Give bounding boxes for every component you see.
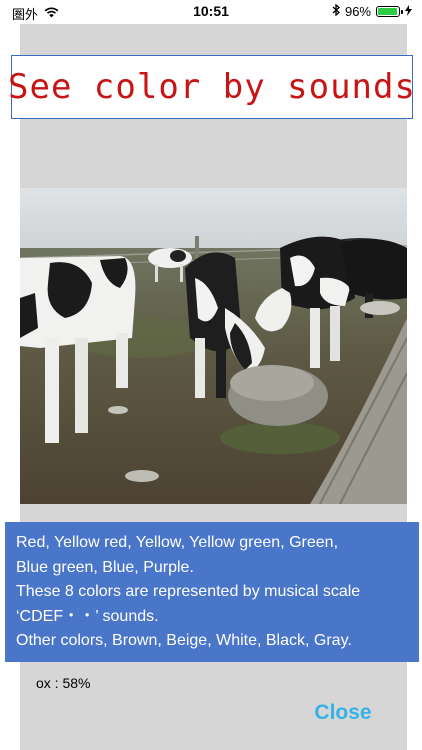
photo-image (20, 188, 407, 504)
info-line: Blue green, Blue, Purple. (16, 558, 194, 576)
battery-percent: 96% (344, 4, 371, 19)
page-title: See color by sounds (8, 67, 416, 107)
battery-icon (376, 6, 403, 17)
title-box: See color by sounds (8, 55, 416, 119)
info-line: ‘CDEF・・’ sounds. (16, 607, 159, 625)
color-info-box: Red, Yellow red, Yellow, Yellow green, G… (5, 522, 419, 662)
status-right: 96% (332, 3, 412, 19)
ratio-readout: ox : 58% (36, 675, 91, 691)
bluetooth-icon (332, 3, 340, 19)
info-line: Other colors, Brown, Beige, White, Black… (16, 632, 352, 649)
info-line: These 8 colors are represented by musica… (16, 583, 361, 600)
status-bar: 圏外 10:51 96% (0, 0, 422, 24)
charging-bolt-icon (405, 4, 412, 19)
info-line: Red, Yellow red, Yellow, Yellow green, G… (16, 534, 339, 551)
close-button[interactable]: Close (300, 697, 386, 729)
